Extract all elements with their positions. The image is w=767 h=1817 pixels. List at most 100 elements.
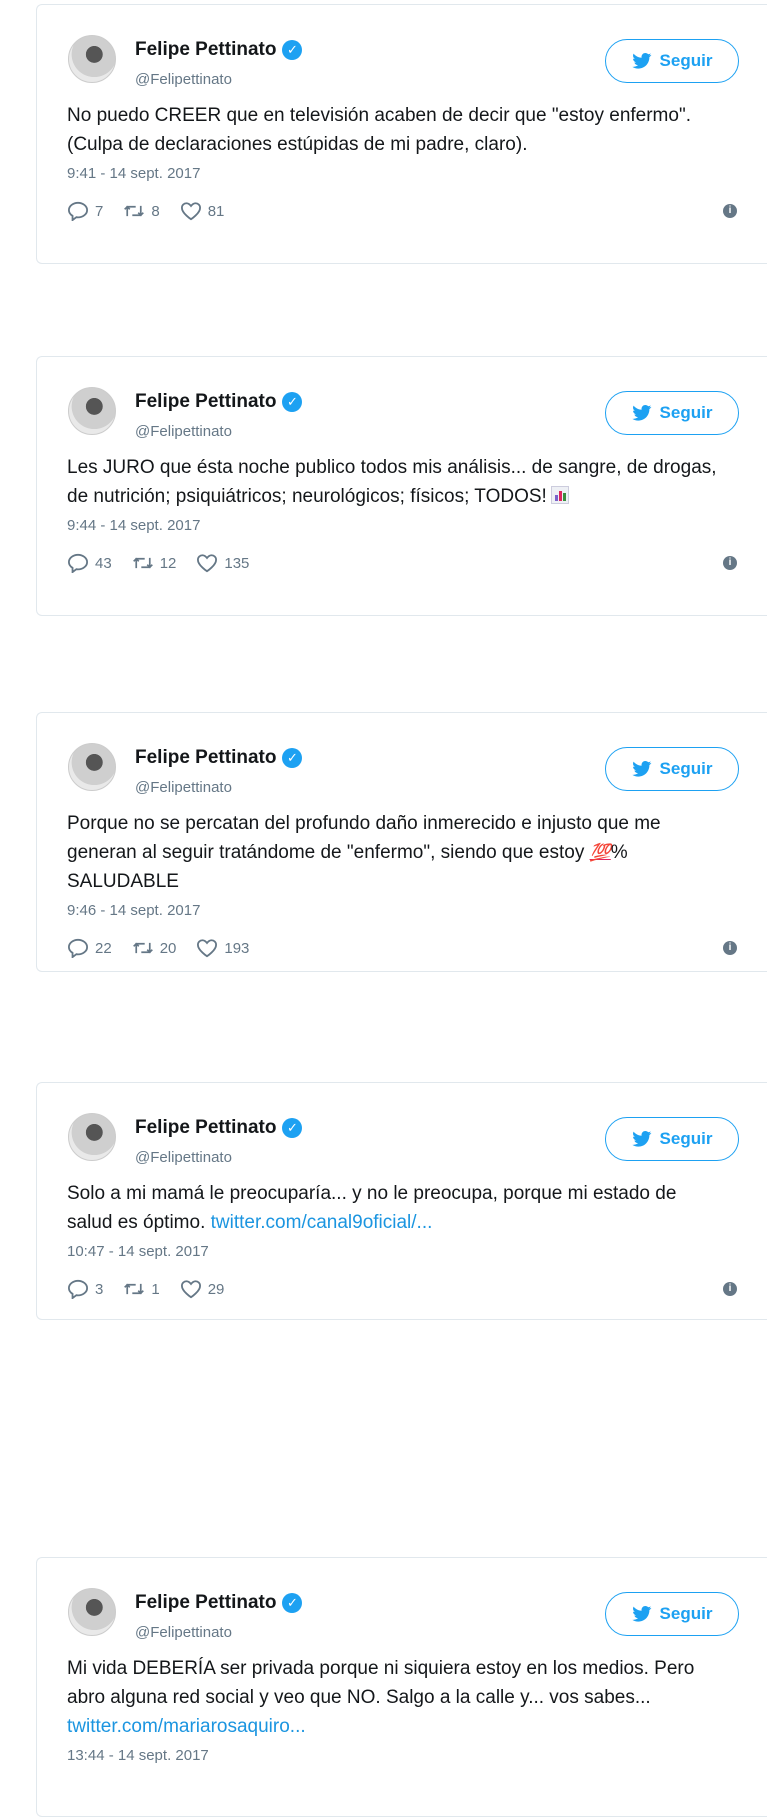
follow-button[interactable]: Seguir bbox=[605, 391, 739, 435]
retweet-button[interactable]: 20 bbox=[132, 938, 177, 958]
author-row: Felipe Pettinato ✓ bbox=[135, 1117, 303, 1139]
avatar[interactable] bbox=[68, 1113, 116, 1161]
like-button[interactable]: 193 bbox=[196, 938, 249, 958]
tweet-text-body: Porque no se percatan del profundo daño … bbox=[67, 813, 661, 863]
info-icon[interactable]: i bbox=[723, 204, 737, 218]
bird-icon bbox=[631, 1606, 651, 1622]
retweet-icon bbox=[124, 1283, 145, 1295]
like-count: 193 bbox=[224, 939, 250, 957]
author-handle[interactable]: @Felipettinato bbox=[135, 71, 232, 88]
follow-label: Seguir bbox=[659, 51, 713, 70]
author-row: Felipe Pettinato ✓ bbox=[135, 39, 303, 61]
like-button[interactable]: 81 bbox=[180, 201, 225, 221]
retweet-button[interactable]: 12 bbox=[132, 553, 177, 573]
author-name[interactable]: Felipe Pettinato bbox=[135, 747, 276, 769]
avatar[interactable] bbox=[68, 1588, 116, 1636]
info-icon[interactable]: i bbox=[723, 556, 737, 570]
bird-icon bbox=[631, 761, 651, 777]
follow-label: Seguir bbox=[659, 759, 713, 778]
like-button[interactable]: 29 bbox=[180, 1279, 225, 1299]
author-name[interactable]: Felipe Pettinato bbox=[135, 1592, 276, 1614]
reply-count: 7 bbox=[95, 202, 104, 220]
author-row: Felipe Pettinato ✓ bbox=[135, 747, 303, 769]
tweet-text: Les JURO que ésta noche publico todos mi… bbox=[37, 453, 767, 511]
reply-button[interactable]: 43 bbox=[67, 553, 112, 573]
like-button[interactable]: 135 bbox=[196, 553, 249, 573]
author-name[interactable]: Felipe Pettinato bbox=[135, 391, 276, 413]
reply-button[interactable]: 7 bbox=[67, 201, 103, 221]
follow-button[interactable]: Seguir bbox=[605, 747, 739, 791]
follow-button[interactable]: Seguir bbox=[605, 39, 739, 83]
like-icon bbox=[197, 554, 218, 573]
tweet-timestamp[interactable]: 9:41 - 14 sept. 2017 bbox=[37, 159, 767, 182]
reply-button[interactable]: 3 bbox=[67, 1279, 103, 1299]
avatar[interactable] bbox=[68, 743, 116, 791]
avatar[interactable] bbox=[68, 35, 116, 83]
verified-icon: ✓ bbox=[282, 40, 303, 60]
like-count: 29 bbox=[207, 1280, 225, 1298]
tweet-actions: 43 12 135 i bbox=[37, 534, 767, 592]
bird-icon bbox=[631, 405, 651, 421]
author-handle[interactable]: @Felipettinato bbox=[135, 1149, 232, 1166]
tweet-link[interactable]: twitter.com/canal9oficial/... bbox=[211, 1212, 433, 1233]
retweet-button[interactable]: 1 bbox=[123, 1279, 160, 1299]
avatar[interactable] bbox=[68, 387, 116, 435]
retweet-count: 12 bbox=[159, 554, 177, 572]
tweet-timestamp[interactable]: 9:44 - 14 sept. 2017 bbox=[37, 511, 767, 534]
tweet-timestamp[interactable]: 13:44 - 14 sept. 2017 bbox=[37, 1741, 767, 1764]
follow-label: Seguir bbox=[659, 403, 713, 422]
tweet-header: Felipe Pettinato ✓ @Felipettinato Seguir bbox=[37, 713, 767, 809]
author-row: Felipe Pettinato ✓ bbox=[135, 1592, 303, 1614]
follow-label: Seguir bbox=[659, 1129, 713, 1148]
tweet-actions: 3 1 29 i bbox=[37, 1260, 767, 1318]
author-name[interactable]: Felipe Pettinato bbox=[135, 1117, 276, 1139]
tweet-text-body: Les JURO que ésta noche publico todos mi… bbox=[67, 457, 717, 507]
tweet-card: Felipe Pettinato ✓ @Felipettinato Seguir… bbox=[36, 4, 767, 264]
reply-button[interactable]: 22 bbox=[67, 938, 112, 958]
follow-button[interactable]: Seguir bbox=[605, 1592, 739, 1636]
follow-label: Seguir bbox=[659, 1604, 713, 1623]
tweet-header: Felipe Pettinato ✓ @Felipettinato Seguir bbox=[37, 1558, 767, 1654]
tweet-text: Solo a mi mamá le preocuparía... y no le… bbox=[37, 1179, 767, 1237]
reply-count: 22 bbox=[95, 939, 112, 957]
retweet-count: 20 bbox=[159, 939, 177, 957]
tweet-header: Felipe Pettinato ✓ @Felipettinato Seguir bbox=[37, 1083, 767, 1179]
tweet-timestamp[interactable]: 10:47 - 14 sept. 2017 bbox=[37, 1237, 767, 1260]
tweet-text: No puedo CREER que en televisión acaben … bbox=[67, 105, 691, 155]
author-handle[interactable]: @Felipettinato bbox=[135, 1624, 232, 1641]
reply-icon bbox=[67, 1279, 89, 1299]
retweet-count: 8 bbox=[151, 202, 160, 220]
hundred-emoji-icon: 💯 bbox=[589, 843, 611, 862]
tweet-timestamp[interactable]: 9:46 - 14 sept. 2017 bbox=[37, 896, 767, 919]
info-icon[interactable]: i bbox=[723, 1282, 737, 1296]
retweet-icon bbox=[124, 205, 145, 217]
retweet-icon bbox=[132, 557, 153, 569]
follow-button[interactable]: Seguir bbox=[605, 1117, 739, 1161]
verified-icon: ✓ bbox=[282, 1118, 303, 1138]
like-icon bbox=[197, 939, 218, 958]
verified-icon: ✓ bbox=[282, 748, 303, 768]
author-handle[interactable]: @Felipettinato bbox=[135, 779, 232, 796]
like-icon bbox=[180, 1280, 201, 1299]
tweet-text: Porque no se percatan del profundo daño … bbox=[37, 809, 767, 896]
like-count: 81 bbox=[207, 202, 225, 220]
tweet-actions: 7 8 81 i bbox=[37, 182, 767, 240]
like-count: 135 bbox=[224, 554, 250, 572]
info-icon[interactable]: i bbox=[723, 941, 737, 955]
author-handle[interactable]: @Felipettinato bbox=[135, 423, 232, 440]
reply-icon bbox=[67, 201, 89, 221]
tweet-text: Mi vida DEBERÍA ser privada porque ni si… bbox=[37, 1654, 767, 1741]
author-name[interactable]: Felipe Pettinato bbox=[135, 39, 276, 61]
reply-icon bbox=[67, 553, 89, 573]
bird-icon bbox=[631, 53, 651, 69]
author-row: Felipe Pettinato ✓ bbox=[135, 391, 303, 413]
verified-icon: ✓ bbox=[282, 392, 303, 412]
tweet-header: Felipe Pettinato ✓ @Felipettinato Seguir bbox=[37, 357, 767, 453]
tweet-card: Felipe Pettinato ✓ @Felipettinato Seguir… bbox=[36, 1557, 767, 1817]
chart-emoji-icon bbox=[550, 486, 569, 504]
reply-count: 43 bbox=[95, 554, 112, 572]
tweet-text-body: Mi vida DEBERÍA ser privada porque ni si… bbox=[67, 1658, 695, 1708]
tweet-link[interactable]: twitter.com/mariarosaquiro... bbox=[67, 1716, 306, 1737]
retweet-button[interactable]: 8 bbox=[123, 201, 160, 221]
tweet-actions: 22 20 193 i bbox=[37, 919, 767, 977]
